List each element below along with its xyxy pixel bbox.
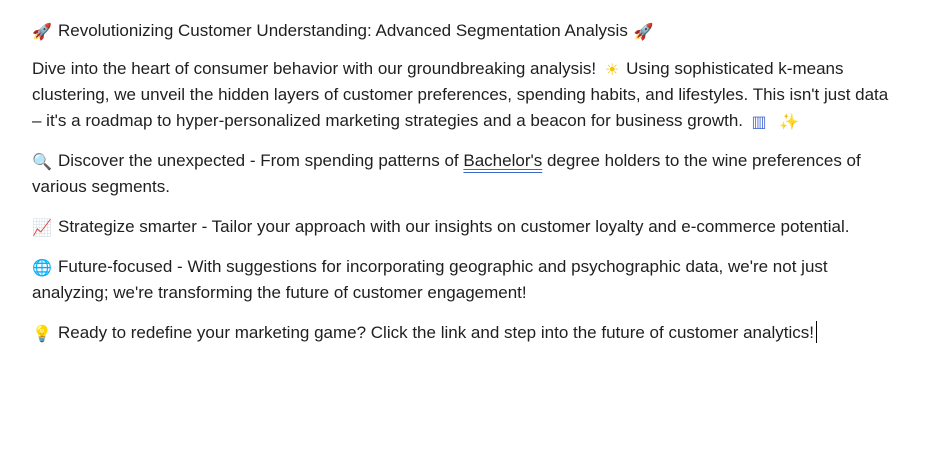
magnifying-glass-icon: 🔍 — [32, 152, 52, 171]
document-title-text: Revolutionizing Customer Understanding: … — [58, 21, 628, 40]
document-body[interactable]: 🚀 Revolutionizing Customer Understanding:… — [0, 0, 935, 458]
globe-icon: 🌐 — [32, 258, 52, 277]
future-paragraph: 🌐 Future-focused - With suggestions for i… — [32, 254, 895, 306]
intro-text-part-1: Dive into the heart of consumer behavior… — [32, 59, 597, 78]
cta-text: Ready to redefine your marketing game? C… — [58, 323, 814, 342]
chart-increasing-icon: 📈 — [32, 218, 52, 237]
discover-paragraph: 🔍 Discover the unexpected - From spending… — [32, 148, 895, 200]
light-bulb-icon: 💡 — [32, 324, 52, 343]
strategize-paragraph: 📈 Strategize smarter - Tailor your approa… — [32, 214, 895, 240]
sparkles-icon: ✨ — [779, 112, 799, 131]
rocket-icon: 🚀 — [633, 22, 654, 41]
discover-text-before: Discover the unexpected - From spending … — [58, 151, 459, 170]
cta-paragraph: 💡 Ready to redefine your marketing game? … — [32, 320, 895, 346]
future-text: Future-focused - With suggestions for in… — [32, 257, 828, 302]
intro-paragraph: Dive into the heart of consumer behavior… — [32, 56, 895, 134]
sun-icon: ☀ — [604, 60, 620, 79]
rocket-icon: 🚀 — [32, 22, 52, 41]
spellcheck-flagged-word[interactable]: Bachelor's — [463, 151, 542, 170]
bar-chart-icon: ▥ — [751, 112, 767, 131]
text-cursor — [815, 321, 817, 343]
document-title: 🚀 Revolutionizing Customer Understanding:… — [32, 18, 895, 44]
strategize-text: Strategize smarter - Tailor your approac… — [58, 217, 850, 236]
